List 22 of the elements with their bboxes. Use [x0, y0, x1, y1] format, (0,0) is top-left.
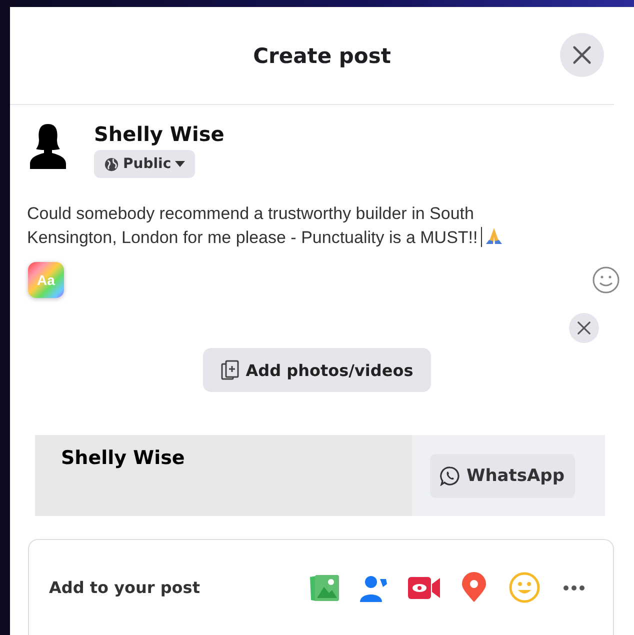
close-button[interactable] [560, 33, 604, 77]
author-name: Shelly Wise [94, 122, 224, 146]
audience-selector[interactable]: Public [94, 150, 196, 178]
add-to-post-label: Add to your post [49, 578, 201, 597]
post-text-field[interactable]: Could somebody recommend a trustworthy builder in South Kensington, London for me please - Punctuality is a MUST!! [10, 178, 567, 250]
dialog-title: Create post [253, 44, 391, 68]
video-camera-icon[interactable] [407, 574, 441, 600]
add-photos-button[interactable]: Add photos/videos [202, 348, 430, 392]
chat-phone-icon [440, 466, 460, 486]
location-pin-icon[interactable] [461, 572, 487, 603]
photo-icon[interactable] [308, 572, 340, 602]
caret-icon [175, 161, 186, 167]
remove-media-button[interactable] [569, 313, 599, 343]
avatar-silhouette-icon [28, 122, 68, 170]
share-card-name: Shelly Wise [61, 447, 185, 469]
close-icon [576, 320, 592, 336]
close-icon [571, 44, 593, 66]
whatsapp-button[interactable]: WhatsApp [430, 454, 575, 498]
more-icon[interactable] [563, 584, 585, 590]
emoji-icon[interactable] [592, 266, 620, 294]
add-media-icon [220, 360, 240, 380]
globe-icon [104, 156, 119, 172]
